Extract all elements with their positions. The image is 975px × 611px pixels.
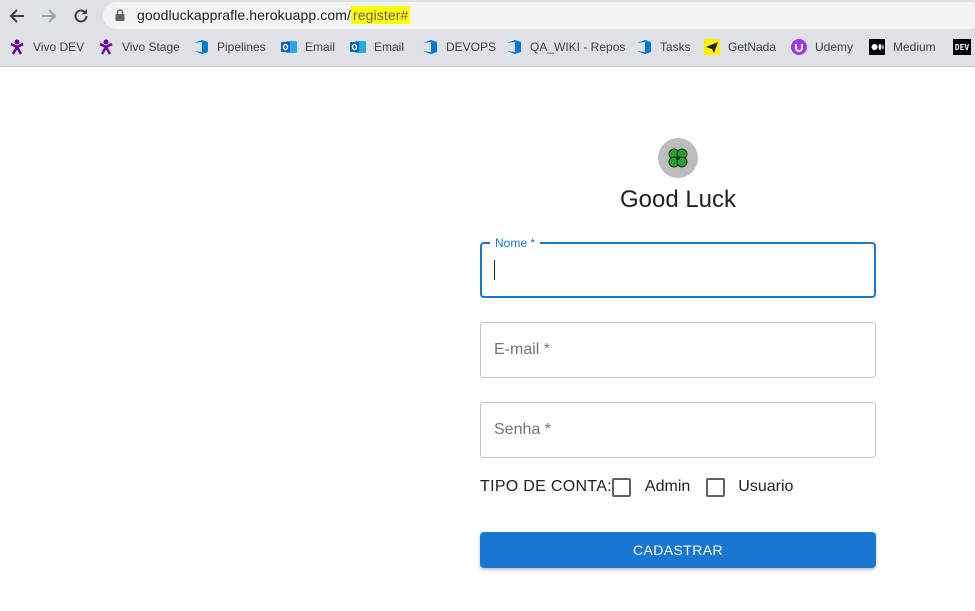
bookmark-devops[interactable]: DEVOPS [422,36,496,58]
address-bar[interactable]: goodluckapprafle.herokuapp.com/register# [103,2,975,29]
azure-devops-icon [422,39,438,55]
bookmark-label: Vivo DEV [33,40,85,54]
account-type-group: TIPO DE CONTA: Admin Usuario [480,476,793,498]
email-field[interactable]: E-mail * [480,322,876,378]
medium-icon [869,39,885,55]
vivo-icon [98,39,114,55]
reload-icon [74,9,88,23]
bookmark-label: Pipelines [217,40,266,54]
text-caret [494,260,495,280]
bookmark-label: Email [374,40,405,54]
bookmark-tasks[interactable]: Tasks [636,36,691,58]
bookmark-getnada[interactable]: GetNada [704,36,776,58]
name-field-label: Nome * [490,236,541,250]
bookmark-email-1[interactable]: Email [281,36,335,58]
bookmark-vivo-stage[interactable]: Vivo Stage [98,36,180,58]
bookmark-udemy[interactable]: Udemy [791,36,853,58]
azure-devops-icon [506,39,522,55]
password-placeholder: Senha * [494,421,551,438]
bookmark-label: Tasks [660,40,691,54]
browser-chrome: goodluckapprafle.herokuapp.com/register#… [0,0,975,67]
bookmark-label: Udemy [815,40,854,54]
bookmark-email-2[interactable]: Email [350,36,404,58]
azure-devops-icon [193,39,209,55]
udemy-icon [791,39,807,55]
bookmark-vivo-dev[interactable]: Vivo DEV [9,36,84,58]
outlook-icon [350,39,366,55]
bookmarks-bar: Vivo DEV Vivo Stage Pipelines Email Emai… [0,36,975,58]
url-path-highlight: register# [351,6,411,24]
dev-icon: DEV [953,39,971,55]
vivo-icon [9,39,25,55]
clover-avatar [658,138,698,178]
password-field[interactable]: Senha * [480,402,876,458]
bookmark-label: Email [305,40,336,54]
forward-button[interactable] [38,5,60,27]
azure-devops-icon [636,39,652,55]
url-host: goodluckapprafle.herokuapp.com/ [137,7,352,23]
page-title: Good Luck [619,186,737,213]
bookmark-dev[interactable]: DEV [953,36,975,58]
name-field[interactable]: Nome * [480,236,876,298]
reload-button[interactable] [70,5,92,27]
admin-option[interactable]: Admin [611,477,691,497]
bookmark-label: DEVOPS [446,40,497,54]
register-button[interactable]: CADASTRAR [480,532,876,568]
browser-toolbar: goodluckapprafle.herokuapp.com/register# [0,0,975,32]
usuario-option[interactable]: Usuario [706,477,794,497]
outlook-icon [281,39,297,55]
usuario-checkbox[interactable] [706,477,726,497]
bookmark-label: Medium [893,40,936,54]
bookmark-label: GetNada [728,40,777,54]
admin-checkbox[interactable] [611,477,631,497]
bookmark-pipelines[interactable]: Pipelines [193,36,266,58]
getnada-icon [704,39,720,55]
account-type-label: TIPO DE CONTA: [480,478,612,495]
bookmark-label: Vivo Stage [122,40,180,54]
admin-option-label: Admin [644,478,691,495]
url-text: goodluckapprafle.herokuapp.com/register# [137,6,411,24]
arrow-right-icon [42,9,57,23]
email-placeholder: E-mail * [494,341,551,358]
bookmark-qa-wiki[interactable]: QA_WIKI - Repos [506,36,625,58]
bookmark-label: QA_WIKI - Repos [530,40,626,54]
clover-icon [668,148,688,168]
arrow-left-icon [9,9,24,23]
lock-icon [115,9,125,21]
bookmark-medium[interactable]: Medium [869,36,936,58]
back-button[interactable] [6,5,28,27]
usuario-option-label: Usuario [738,478,794,495]
